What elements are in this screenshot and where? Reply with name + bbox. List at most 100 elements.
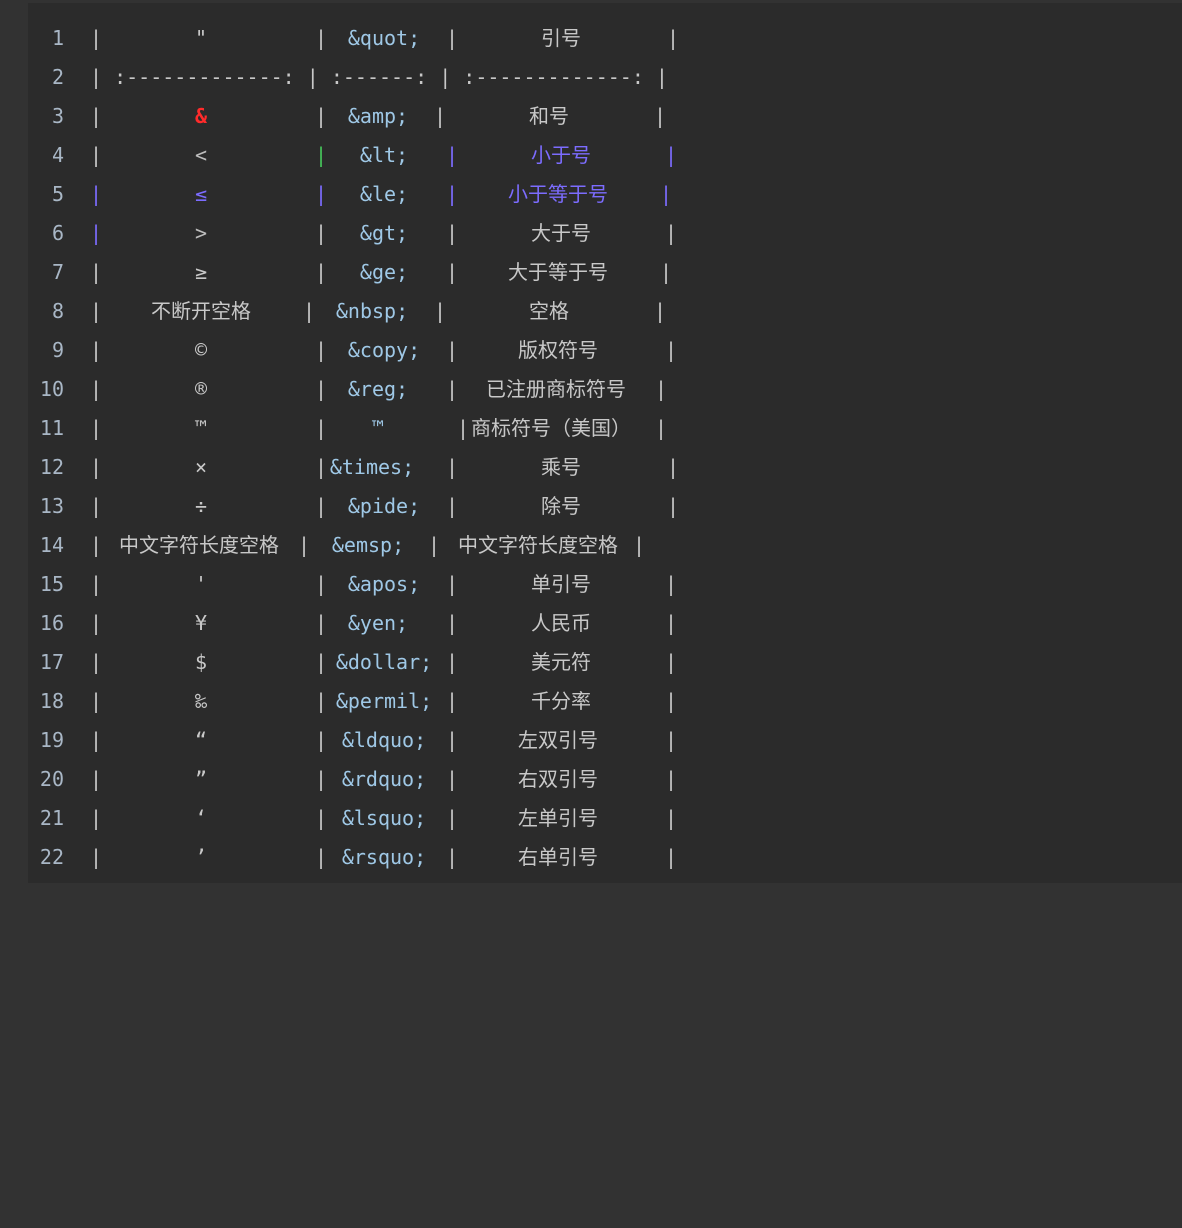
line-number: 14 — [39, 533, 64, 557]
table-pipe: | — [315, 611, 328, 635]
char-cell: ™ — [194, 416, 208, 440]
desc-cell: 右单引号 — [518, 845, 598, 869]
editor-line[interactable]: 20 | ” | &rdquo; | 右双引号 | — [28, 760, 1182, 799]
line-number: 12 — [39, 455, 64, 479]
editor-line[interactable]: 22 | ’ | &rsquo; | 右单引号 | — [28, 838, 1182, 877]
desc-cell: 单引号 — [531, 572, 591, 596]
editor-line[interactable]: 17 | $ | &dollar; | 美元符 | — [28, 643, 1182, 682]
table-pipe: | — [315, 689, 328, 713]
char-cell: > — [194, 221, 208, 245]
line-number: 4 — [51, 143, 64, 167]
table-pipe: | — [655, 377, 668, 401]
line-number: 18 — [39, 689, 64, 713]
table-pipe: | — [90, 611, 103, 635]
table-pipe: | — [315, 572, 328, 596]
editor-line[interactable]: 5 | ≤ | &le; | 小于等于号 | — [28, 175, 1182, 214]
table-pipe: | — [315, 806, 328, 830]
char-cell: ÷ — [194, 494, 208, 518]
entity-cell: &nbsp; — [335, 299, 409, 323]
char-cell: ’ — [194, 845, 208, 869]
editor-line[interactable]: 1 | " | &quot; | 引号 | — [28, 19, 1182, 58]
line-number: 3 — [51, 104, 64, 128]
char-cell: ” — [194, 767, 208, 791]
desc-cell: 版权符号 — [518, 338, 598, 362]
editor-line[interactable]: 9 | © | &copy; | 版权符号 | — [28, 331, 1182, 370]
desc-cell: 中文字符长度空格 — [458, 533, 618, 557]
editor-line[interactable]: 10 | ® | &reg; | 已注册商标符号 | — [28, 370, 1182, 409]
char-cell: ‰ — [194, 689, 208, 713]
editor-line[interactable]: 19 | “ | &ldquo; | 左双引号 | — [28, 721, 1182, 760]
editor-line[interactable]: 11 | ™ | ™ | 商标符号（美国） | — [28, 409, 1182, 448]
table-pipe: | — [90, 416, 103, 440]
table-pipe: | — [665, 338, 678, 362]
desc-cell: 小于号 — [531, 143, 591, 167]
line-number: 1 — [51, 26, 64, 50]
line-number: 19 — [39, 728, 64, 752]
table-pipe: | — [90, 455, 103, 479]
table-pipe: | — [446, 26, 459, 50]
table-pipe: | — [434, 104, 447, 128]
entity-cell: &permil; — [335, 689, 433, 713]
char-cell: “ — [194, 728, 208, 752]
entity-cell: &quot; — [347, 26, 421, 50]
desc-cell: 左单引号 — [518, 806, 598, 830]
entity-cell: &amp; — [347, 104, 409, 128]
editor-line[interactable]: 7 | ≥ | &ge; | 大于等于号 | — [28, 253, 1182, 292]
editor-line[interactable]: 8 | 不断开空格 | &nbsp; | 空格 | — [28, 292, 1182, 331]
table-pipe: | — [315, 221, 328, 245]
table-pipe: | — [90, 728, 103, 752]
editor-line[interactable]: 3 | & | &amp; | 和号 | — [28, 97, 1182, 136]
char-cell: 中文字符长度空格 — [119, 533, 279, 557]
char-cell: ≥ — [194, 260, 208, 284]
table-pipe: | — [90, 143, 103, 167]
table-pipe: | — [315, 143, 328, 167]
table-pipe: | — [90, 806, 103, 830]
entity-cell: &ldquo; — [341, 728, 427, 752]
editor-line[interactable]: 14 | 中文字符长度空格 | &emsp; | 中文字符长度空格 | — [28, 526, 1182, 565]
char-cell: ' — [194, 572, 208, 596]
entity-cell: ™ — [371, 416, 385, 440]
line-number: 20 — [39, 767, 64, 791]
editor-line[interactable]: 21 | ‘ | &lsquo; | 左单引号 | — [28, 799, 1182, 838]
line-number: 11 — [39, 416, 64, 440]
editor-line[interactable]: 12 | × | &times; | 乘号 | — [28, 448, 1182, 487]
line-number: 6 — [51, 221, 64, 245]
editor-line[interactable]: 16 | ¥ | &yen; | 人民币 | — [28, 604, 1182, 643]
table-pipe: | — [90, 338, 103, 362]
table-pipe: | — [90, 533, 103, 557]
entity-cell: &rsquo; — [341, 845, 427, 869]
entity-cell: &lsquo; — [341, 806, 427, 830]
code-editor[interactable]: 1 | " | &quot; | 引号 | 2 | :-------------… — [28, 3, 1182, 883]
table-pipe: | — [446, 182, 459, 206]
editor-line[interactable]: 18 | ‰ | &permil; | 千分率 | — [28, 682, 1182, 721]
entity-cell: &pide; — [347, 494, 421, 518]
table-pipe: | — [665, 806, 678, 830]
table-pipe: | — [315, 26, 328, 50]
table-pipe: | — [315, 767, 328, 791]
desc-cell: 空格 — [529, 299, 569, 323]
table-pipe: | — [90, 104, 103, 128]
desc-cell: 右双引号 — [518, 767, 598, 791]
table-pipe: | — [434, 299, 447, 323]
editor-line[interactable]: 13 | ÷ | &pide; | 除号 | — [28, 487, 1182, 526]
table-pipe: | — [446, 806, 459, 830]
char-cell: × — [194, 455, 208, 479]
table-pipe: | — [457, 416, 470, 440]
table-pipe: | — [446, 611, 459, 635]
table-pipe: | — [303, 299, 316, 323]
table-pipe: | — [665, 767, 678, 791]
editor-line[interactable]: 2 | :-------------: | :------: | :------… — [28, 58, 1182, 97]
table-pipe: | — [665, 728, 678, 752]
char-cell: " — [194, 26, 208, 50]
editor-line[interactable]: 15 | ' | &apos; | 单引号 | — [28, 565, 1182, 604]
table-pipe: | — [660, 182, 673, 206]
editor-line[interactable]: 4 | < | &lt; | 小于号 | — [28, 136, 1182, 175]
desc-cell: 美元符 — [531, 650, 591, 674]
char-cell: 不断开空格 — [151, 299, 251, 323]
editor-line[interactable]: 6 | > | &gt; | 大于号 | — [28, 214, 1182, 253]
table-pipe: | — [298, 533, 311, 557]
table-pipe: | — [446, 143, 459, 167]
desc-cell: 大于等于号 — [508, 260, 608, 284]
line-number: 15 — [39, 572, 64, 596]
desc-cell: 商标符号（美国） — [471, 416, 631, 440]
